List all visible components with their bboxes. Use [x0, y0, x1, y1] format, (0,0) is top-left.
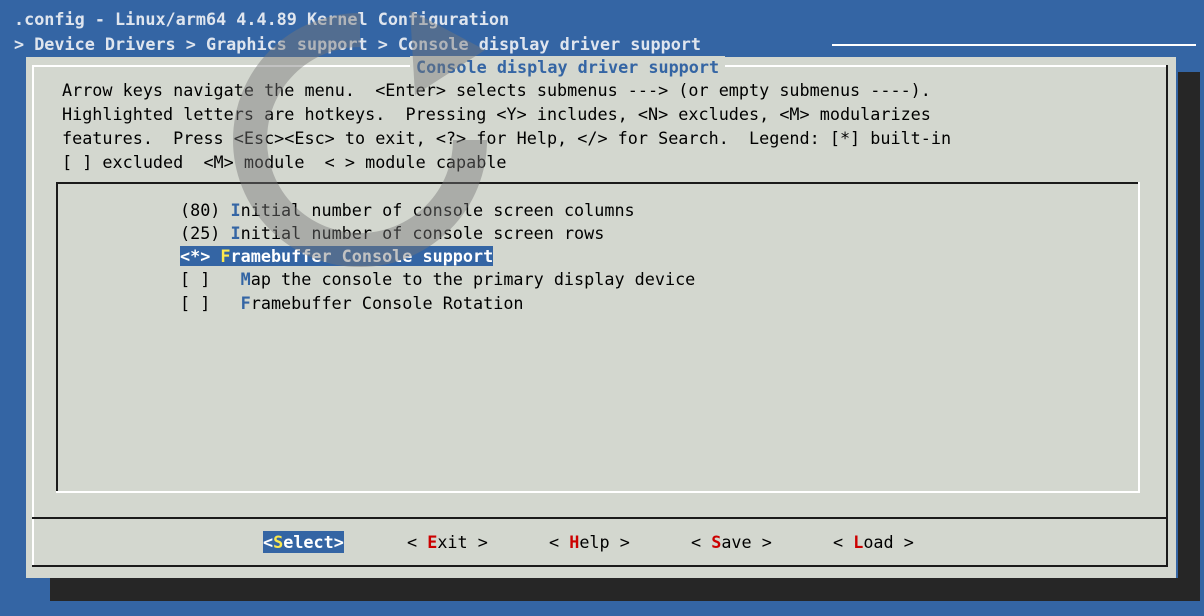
- button-hotkey: L: [853, 532, 864, 552]
- help-line-2: Highlighted letters are hotkeys. Pressin…: [62, 104, 931, 124]
- button-bracket: <: [691, 532, 712, 552]
- button-label: oad >: [863, 532, 914, 552]
- button-bracket: <: [407, 532, 428, 552]
- menu-item-label: nitial number of console screen rows: [240, 223, 605, 243]
- dialog-border-left: [32, 65, 34, 567]
- button-hotkey: S: [273, 532, 284, 552]
- menu-item-label: ramebuffer Console Rotation: [250, 293, 524, 313]
- menu-item-prefix: (25): [180, 223, 231, 243]
- help-line-1: Arrow keys navigate the menu. <Enter> se…: [62, 80, 931, 100]
- select-button[interactable]: <Select>: [263, 531, 344, 553]
- save-button[interactable]: < Save >: [691, 531, 772, 553]
- menu-item-console-columns[interactable]: (80) Initial number of console screen co…: [180, 199, 635, 221]
- menu-border-bottom: [56, 491, 1140, 493]
- menu-border-right: [1138, 182, 1140, 493]
- menu-item-label: nitial number of console screen columns: [240, 200, 635, 220]
- menu-item-hotkey: M: [240, 269, 251, 289]
- window-title: .config - Linux/arm64 4.4.89 Kernel Conf…: [14, 9, 510, 29]
- button-bracket: <: [549, 532, 570, 552]
- menu-item-hotkey: F: [240, 293, 251, 313]
- menu-border-top: [56, 182, 1140, 184]
- exit-button[interactable]: < Exit >: [407, 531, 488, 553]
- breadcrumb-divider: [832, 44, 1196, 46]
- menu-item-hotkey: I: [230, 223, 241, 243]
- button-bar-separator: [32, 517, 1168, 519]
- button-hotkey: H: [569, 532, 580, 552]
- menu-item-hotkey: I: [230, 200, 241, 220]
- menu-item-prefix: (80): [180, 200, 231, 220]
- help-button[interactable]: < Help >: [549, 531, 630, 553]
- button-label: elect>: [283, 532, 344, 552]
- button-label: xit >: [437, 532, 488, 552]
- load-button[interactable]: < Load >: [833, 531, 914, 553]
- help-line-4: [ ] excluded <M> module < > module capab…: [62, 152, 507, 172]
- dialog-shadow-right: [1178, 72, 1200, 601]
- menu-item-map-console-primary-display[interactable]: [ ] Map the console to the primary displ…: [180, 268, 695, 290]
- button-label: ave >: [721, 532, 772, 552]
- menu-item-console-rows[interactable]: (25) Initial number of console screen ro…: [180, 222, 604, 244]
- menu-border-left: [56, 182, 58, 493]
- help-line-3: features. Press <Esc><Esc> to exit, <?> …: [62, 128, 952, 148]
- button-bracket: <: [833, 532, 854, 552]
- dialog-border-bottom: [32, 565, 1168, 567]
- menu-item-selected-highlight: <*> Framebuffer Console support: [180, 246, 494, 266]
- menu-item-framebuffer-console-rotation[interactable]: [ ] Framebuffer Console Rotation: [180, 292, 524, 314]
- dialog-title: Console display driver support: [410, 56, 726, 78]
- dialog-shadow-bottom: [50, 578, 1200, 601]
- button-hotkey: S: [711, 532, 722, 552]
- menu-item-prefix: [ ]: [180, 293, 241, 313]
- menu-item-prefix: <*>: [180, 246, 221, 266]
- button-label: elp >: [579, 532, 630, 552]
- menu-item-label: ap the console to the primary display de…: [250, 269, 696, 289]
- dialog-border-right: [1166, 65, 1168, 567]
- button-bracket: <: [263, 532, 274, 552]
- menu-item-prefix: [ ]: [180, 269, 241, 289]
- menu-item-framebuffer-console-support[interactable]: <*> Framebuffer Console support: [180, 245, 494, 267]
- menu-item-label: ramebuffer Console support: [230, 246, 494, 266]
- menu-item-hotkey: F: [220, 246, 231, 266]
- breadcrumb: > Device Drivers > Graphics support > Co…: [14, 34, 702, 54]
- button-hotkey: E: [427, 532, 438, 552]
